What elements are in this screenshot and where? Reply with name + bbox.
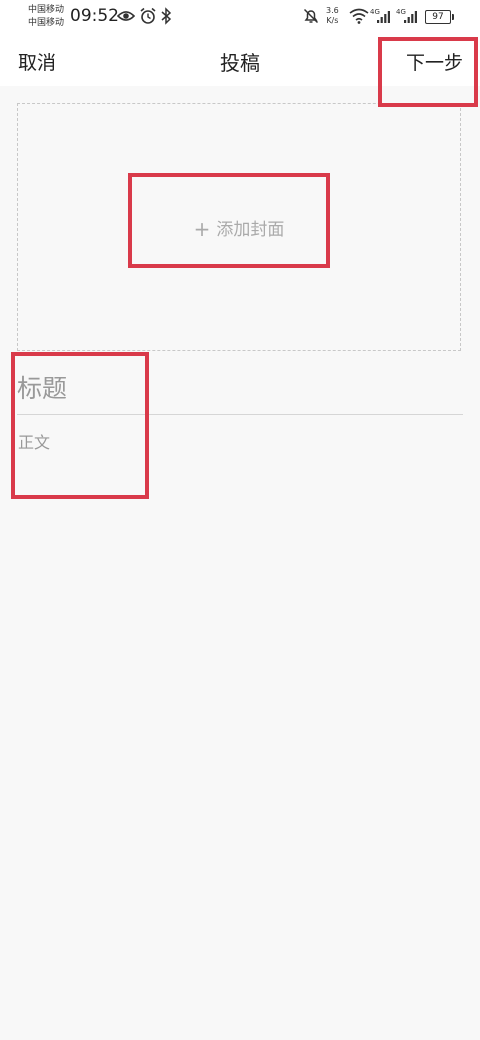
highlight-next-step bbox=[378, 37, 478, 107]
highlight-add-cover bbox=[128, 173, 330, 268]
alarm-icon bbox=[140, 7, 156, 24]
wifi-icon bbox=[349, 8, 369, 24]
eye-icon bbox=[117, 11, 135, 21]
signal-icon-2 bbox=[404, 11, 417, 23]
speed-value: 3.6 bbox=[326, 6, 339, 15]
carrier-1: 中国移动 bbox=[28, 5, 65, 15]
carrier-info: 中国移动 中国移动 bbox=[28, 4, 64, 30]
highlight-title-body bbox=[11, 352, 149, 499]
bluetooth-icon bbox=[161, 7, 172, 25]
carrier-2: 中国移动 bbox=[28, 18, 65, 28]
mute-bell-icon bbox=[303, 8, 319, 24]
network-speed: 3.6 K/s bbox=[326, 6, 339, 26]
clock: 09:52 bbox=[70, 6, 119, 26]
battery-icon: 97 bbox=[425, 10, 454, 24]
signal-icon bbox=[377, 11, 390, 23]
status-bar: 中国移动 中国移动 09:52 3.6 K/s 4G 4G 97 bbox=[0, 0, 480, 36]
speed-unit: K/s bbox=[326, 16, 339, 25]
